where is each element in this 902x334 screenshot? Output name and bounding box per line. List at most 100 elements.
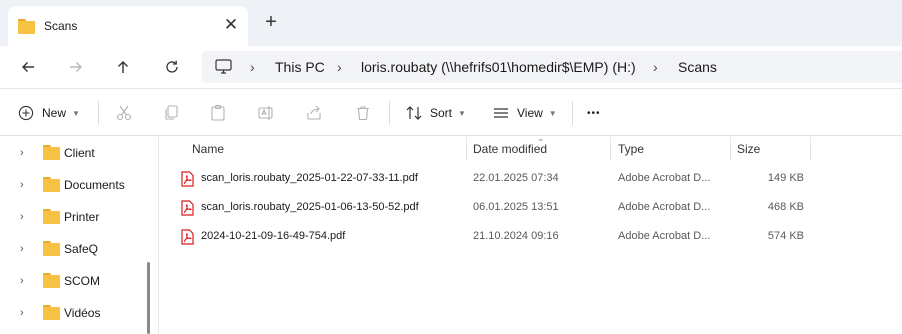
file-name: 2024-10-21-09-16-49-754.pdf xyxy=(201,230,346,242)
file-type: Adobe Acrobat D... xyxy=(618,201,711,213)
sidebar-scrollbar[interactable] xyxy=(147,262,150,334)
folder-icon xyxy=(43,209,60,224)
sidebar-item-label: Documents xyxy=(64,178,125,192)
breadcrumb-this-pc[interactable]: This PC xyxy=(275,51,325,83)
file-list: ⌄ Name Date modified Type Size scan_lori… xyxy=(158,133,902,334)
back-button[interactable] xyxy=(15,54,41,80)
refresh-icon xyxy=(166,60,178,73)
breadcrumb-scans[interactable]: Scans xyxy=(678,51,717,83)
column-divider[interactable] xyxy=(466,137,467,161)
view-button[interactable]: View ▼ xyxy=(492,89,557,137)
column-divider[interactable] xyxy=(610,137,611,161)
copy-button[interactable] xyxy=(162,89,180,137)
arrow-right-icon xyxy=(70,62,82,72)
share-icon xyxy=(307,105,321,120)
rename-icon xyxy=(258,106,273,120)
column-divider[interactable] xyxy=(810,137,811,161)
rename-button[interactable] xyxy=(257,89,275,137)
folder-icon xyxy=(18,18,35,34)
sidebar-item-label: SCOM xyxy=(64,274,100,288)
sidebar-item-printer[interactable]: › Printer xyxy=(0,201,150,233)
chevron-down-icon: ▼ xyxy=(458,108,466,118)
tab-title: Scans xyxy=(44,19,78,33)
folder-icon xyxy=(43,177,60,192)
view-label: View xyxy=(517,106,543,120)
sidebar-item-scom[interactable]: › SCOM xyxy=(0,265,150,297)
sidebar-item-documents[interactable]: › Documents xyxy=(0,169,150,201)
chevron-down-icon: ▼ xyxy=(72,108,80,118)
file-date: 21.10.2024 09:16 xyxy=(473,230,559,242)
sidebar-item-label: Printer xyxy=(64,210,100,224)
chevron-right-icon[interactable]: › xyxy=(20,307,24,319)
sidebar-item-videos[interactable]: › Vidéos xyxy=(0,297,150,329)
file-size: 574 KB xyxy=(767,230,804,242)
toolbar-divider xyxy=(98,101,99,125)
breadcrumb-separator: › xyxy=(653,59,658,75)
column-header-date[interactable]: Date modified xyxy=(473,137,547,161)
file-type: Adobe Acrobat D... xyxy=(618,172,711,184)
breadcrumb-separator: › xyxy=(250,59,255,75)
file-name: scan_loris.roubaty_2025-01-22-07-33-11.p… xyxy=(201,172,418,184)
sidebar-item-safeq[interactable]: › SafeQ xyxy=(0,233,150,265)
sidebar-item-client[interactable]: › Client xyxy=(0,137,150,169)
cut-button[interactable] xyxy=(115,89,133,137)
file-type: Adobe Acrobat D... xyxy=(618,230,711,242)
new-button[interactable]: New ▼ xyxy=(18,89,80,137)
address-bar[interactable]: › This PC › loris.roubaty (\\hefrifs01\h… xyxy=(202,51,902,83)
command-bar: New ▼ Sort ▼ View ▼ ••• xyxy=(0,88,902,136)
folder-icon xyxy=(43,241,60,256)
pdf-file-icon xyxy=(181,229,194,248)
folder-icon xyxy=(43,305,60,320)
chevron-right-icon[interactable]: › xyxy=(20,147,24,159)
file-date: 22.01.2025 07:34 xyxy=(473,172,559,184)
clipboard-icon xyxy=(211,104,225,121)
sidebar-item-label: SafeQ xyxy=(64,242,99,256)
scissors-icon xyxy=(116,105,132,121)
folder-icon xyxy=(43,145,60,160)
chevron-right-icon[interactable]: › xyxy=(20,179,24,191)
arrow-up-icon xyxy=(118,61,128,73)
arrow-left-icon xyxy=(22,62,34,72)
pdf-file-icon xyxy=(181,171,194,190)
file-row[interactable]: scan_loris.roubaty_2025-01-22-07-33-11.p… xyxy=(159,165,902,194)
forward-button[interactable] xyxy=(63,54,89,80)
new-label: New xyxy=(42,106,67,120)
sort-label: Sort xyxy=(430,106,453,120)
paste-button[interactable] xyxy=(209,89,227,137)
file-date: 06.01.2025 13:51 xyxy=(473,201,559,213)
close-tab-button[interactable]: ✕ xyxy=(222,16,240,34)
sidebar-item-label: Client xyxy=(64,146,95,160)
chevron-right-icon[interactable]: › xyxy=(20,211,24,223)
file-row[interactable]: scan_loris.roubaty_2025-01-06-13-50-52.p… xyxy=(159,194,902,223)
column-header-type[interactable]: Type xyxy=(618,137,644,161)
view-list-icon xyxy=(494,108,508,118)
copy-icon xyxy=(165,105,178,120)
file-size: 468 KB xyxy=(767,201,804,213)
column-header-size[interactable]: Size xyxy=(737,137,760,161)
trash-icon xyxy=(357,106,369,121)
tab-scans[interactable]: Scans ✕ xyxy=(8,6,248,46)
chevron-down-icon: ▼ xyxy=(548,108,557,118)
chevron-right-icon[interactable]: › xyxy=(20,243,24,255)
navigation-pane: › Client › Documents › Printer › SafeQ ›… xyxy=(0,137,158,334)
new-tab-button[interactable]: + xyxy=(262,12,280,32)
delete-button[interactable] xyxy=(354,89,372,137)
column-header-name[interactable]: Name xyxy=(192,137,224,161)
column-divider[interactable] xyxy=(730,137,731,161)
folder-icon xyxy=(43,273,60,288)
refresh-button[interactable] xyxy=(159,54,185,80)
breadcrumb-home-drive[interactable]: loris.roubaty (\\hefrifs01\homedir$\EMP)… xyxy=(361,51,636,83)
toolbar-divider xyxy=(389,101,390,125)
file-name: scan_loris.roubaty_2025-01-06-13-50-52.p… xyxy=(201,201,419,213)
address-row: › This PC › loris.roubaty (\\hefrifs01\h… xyxy=(0,46,902,88)
sort-button[interactable]: Sort ▼ xyxy=(405,89,466,137)
toolbar-divider xyxy=(572,101,573,125)
more-options-button[interactable]: ••• xyxy=(587,89,601,137)
file-row[interactable]: 2024-10-21-09-16-49-754.pdf 21.10.2024 0… xyxy=(159,223,902,252)
tab-strip: Scans ✕ + xyxy=(0,0,902,46)
up-button[interactable] xyxy=(110,54,136,80)
chevron-right-icon[interactable]: › xyxy=(20,275,24,287)
share-button[interactable] xyxy=(305,89,323,137)
computer-icon xyxy=(215,59,232,78)
breadcrumb-separator: › xyxy=(337,59,342,75)
